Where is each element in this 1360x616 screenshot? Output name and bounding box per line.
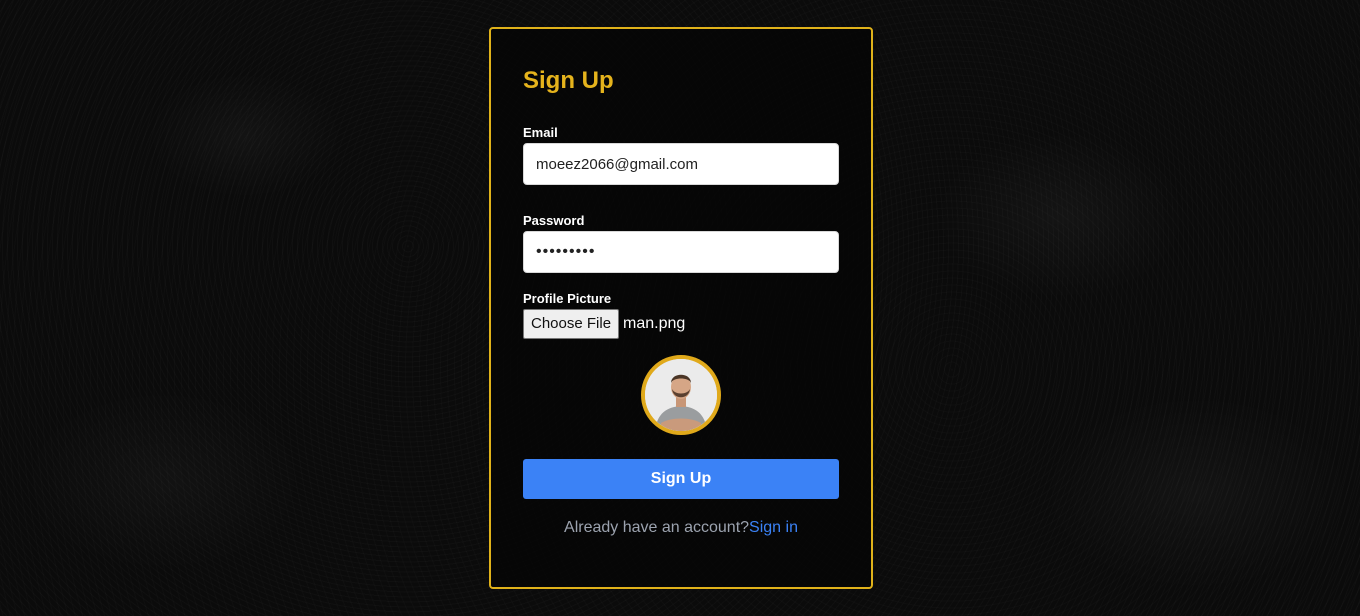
- email-field[interactable]: [523, 143, 839, 185]
- selected-file-name: man.png: [623, 315, 686, 332]
- file-input: Choose File man.png: [523, 309, 839, 339]
- signin-prompt: Already have an account?Sign in: [523, 519, 839, 537]
- avatar: [641, 355, 721, 435]
- avatar-preview-wrap: [523, 355, 839, 435]
- page-title: Sign Up: [523, 67, 614, 94]
- signup-card: Sign Up Email Password ••••••••• Profile…: [489, 27, 873, 589]
- sign-in-link[interactable]: Sign in: [749, 519, 798, 536]
- choose-file-button[interactable]: Choose File: [523, 309, 620, 339]
- email-label: Email: [523, 125, 558, 140]
- profile-picture-label: Profile Picture: [523, 291, 612, 306]
- signin-prompt-text: Already have an account?: [564, 519, 750, 536]
- profile-photo-icon: [645, 359, 717, 431]
- password-label: Password: [523, 213, 585, 228]
- password-field[interactable]: •••••••••: [523, 231, 839, 273]
- sign-up-button[interactable]: Sign Up: [523, 459, 839, 499]
